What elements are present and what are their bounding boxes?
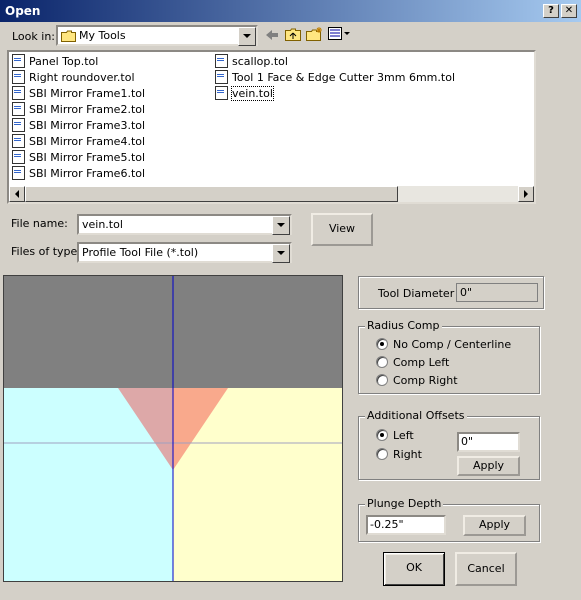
file-icon [12,118,25,132]
comp-right-label: Comp Right [393,374,458,387]
list-item[interactable]: SBI Mirror Frame2.tol [12,101,145,117]
file-icon [215,70,228,84]
scroll-left-button[interactable] [9,186,25,202]
scroll-right-button[interactable] [518,186,534,202]
plunge-apply-button[interactable]: Apply [463,515,526,536]
plunge-depth-input[interactable]: -0.25" [366,515,446,535]
file-name-value: vein.tol [82,218,123,231]
file-type-combo[interactable]: Profile Tool File (*.tol) [77,242,292,263]
new-folder-icon[interactable] [306,26,324,42]
list-item[interactable]: SBI Mirror Frame6.tol [12,165,145,181]
offset-value-input[interactable]: 0" [457,432,520,452]
file-name-dropdown-button[interactable] [272,216,290,235]
folder-icon [61,30,76,42]
additional-offsets-group: Additional Offsets Left Right 0" Apply [358,409,540,480]
file-name-combo[interactable]: vein.tol [77,214,292,235]
list-item[interactable]: Right roundover.tol [12,69,145,85]
look-in-label: Look in: [12,30,55,43]
list-item[interactable]: SBI Mirror Frame4.tol [12,133,145,149]
list-item[interactable]: Panel Top.tol [12,53,145,69]
radio-no-comp[interactable] [376,338,388,350]
offset-right-label: Right [393,448,422,461]
up-folder-icon[interactable] [285,27,302,42]
back-arrow-icon[interactable] [264,28,280,42]
look-in-combo[interactable]: My Tools [56,25,258,46]
tool-diameter-group: Tool Diameter 0" [358,276,544,309]
file-name-label: File name: [11,217,68,230]
offset-left-label: Left [393,429,414,442]
no-comp-label: No Comp / Centerline [393,338,512,351]
list-item[interactable]: SBI Mirror Frame3.tol [12,117,145,133]
title-bar: Open ? ✕ [0,0,581,22]
look-in-dropdown-button[interactable] [238,27,256,46]
radio-comp-right[interactable] [376,374,388,386]
plunge-depth-group: Plunge Depth -0.25" Apply [358,497,540,542]
help-button[interactable]: ? [543,4,559,18]
plunge-depth-title: Plunge Depth [365,497,444,510]
file-icon [12,166,25,180]
file-icon [215,86,228,100]
file-icon [215,54,228,68]
list-item[interactable]: scallop.tol [215,53,455,69]
file-type-label: Files of type: [11,245,82,258]
radio-comp-left[interactable] [376,356,388,368]
comp-left-label: Comp Left [393,356,450,369]
close-button[interactable]: ✕ [561,4,577,18]
scrollbar-thumb[interactable] [25,186,398,202]
view-button[interactable]: View [311,213,373,246]
scroll-right-icon [524,190,528,198]
scroll-left-icon [15,190,19,198]
file-icon [12,134,25,148]
ok-button[interactable]: OK [383,552,445,586]
file-column-1: Panel Top.tol Right roundover.tol SBI Mi… [12,53,145,181]
list-item[interactable]: Tool 1 Face & Edge Cutter 3mm 6mm.tol [215,69,455,85]
radius-comp-title: Radius Comp [365,319,442,332]
offset-apply-button[interactable]: Apply [457,456,520,476]
window-title: Open [5,4,41,18]
tool-diameter-label: Tool Diameter [378,287,455,300]
file-icon [12,102,25,116]
horizontal-scrollbar[interactable] [9,186,534,202]
additional-offsets-title: Additional Offsets [365,409,467,422]
radio-offset-left[interactable] [376,429,388,441]
cancel-button[interactable]: Cancel [455,552,517,586]
file-column-2: scallop.tol Tool 1 Face & Edge Cutter 3m… [215,53,455,101]
tool-profile-preview [3,275,343,582]
list-item[interactable]: SBI Mirror Frame5.tol [12,149,145,165]
tool-diameter-field: 0" [456,283,538,302]
list-item[interactable]: SBI Mirror Frame1.tol [12,85,145,101]
list-item-selected[interactable]: vein.tol [215,85,455,101]
look-in-value: My Tools [79,29,126,42]
file-icon [12,150,25,164]
view-menu-icon[interactable] [328,27,350,41]
radius-comp-group: Radius Comp No Comp / Centerline Comp Le… [358,319,540,394]
file-icon [12,70,25,84]
file-type-value: Profile Tool File (*.tol) [82,246,199,259]
file-icon [12,86,25,100]
radio-offset-right[interactable] [376,448,388,460]
file-list[interactable]: Panel Top.tol Right roundover.tol SBI Mi… [7,50,536,204]
file-type-dropdown-button[interactable] [272,244,290,263]
file-icon [12,54,25,68]
